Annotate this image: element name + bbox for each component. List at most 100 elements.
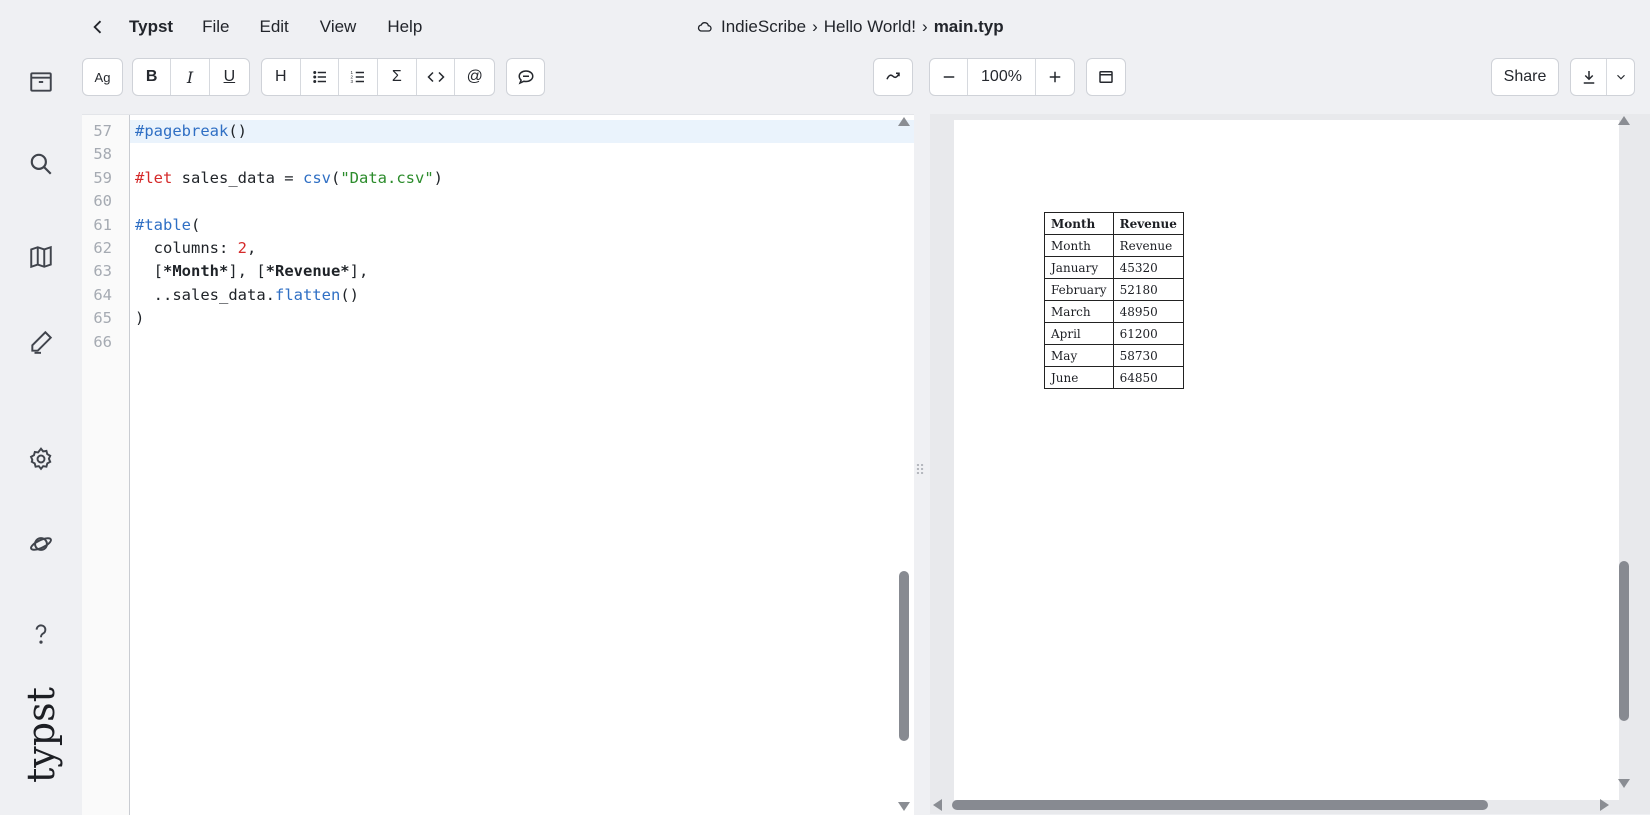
download-group <box>1570 58 1635 96</box>
code-text: ..sales_data.flatten() <box>135 284 359 307</box>
zoom-in-button[interactable] <box>1036 59 1074 95</box>
math-button[interactable]: Σ <box>378 59 417 95</box>
preview-page: Month Revenue Month Revenue January 45320 Fe… <box>954 120 1619 800</box>
breadcrumb-project[interactable]: IndieScribe <box>721 17 806 37</box>
archive-icon[interactable] <box>22 63 60 101</box>
chevron-down-icon <box>1616 74 1625 80</box>
breadcrumb-folder[interactable]: Hello World! <box>824 17 916 37</box>
code-line[interactable]: 57 #pagebreak() <box>82 120 914 143</box>
line-number: 64 <box>93 285 112 304</box>
table-cell: June <box>1044 366 1114 389</box>
reference-button[interactable]: @ <box>455 59 494 95</box>
code-token: ( <box>191 215 201 234</box>
code-token: sales_data = <box>172 168 303 187</box>
download-button[interactable] <box>1571 59 1608 95</box>
code-editor[interactable]: 57 #pagebreak() 58 59 #let sales_data = csv(… <box>82 114 914 815</box>
italic-button[interactable]: I <box>171 59 210 95</box>
table-cell: 58730 <box>1112 344 1184 367</box>
menu-file[interactable]: File <box>202 17 229 37</box>
preview-table: Month Revenue Month Revenue January 45320 Fe… <box>1044 212 1184 389</box>
preview-scroll-down-icon[interactable] <box>1618 779 1630 788</box>
preview-vertical-scrollbar[interactable] <box>1619 561 1629 721</box>
font-button[interactable]: Ag <box>83 59 122 95</box>
heading-button[interactable]: H <box>262 59 301 95</box>
editor-scrollbar[interactable] <box>899 571 909 741</box>
comment-button[interactable] <box>507 59 544 95</box>
code-text: columns: 2, <box>135 237 257 260</box>
zoom-group: 100% <box>929 58 1075 96</box>
insert-group: H 123 Σ @ <box>261 58 495 96</box>
code-line[interactable]: 62 columns: 2, <box>82 237 914 260</box>
plus-icon <box>1049 71 1061 83</box>
code-button[interactable] <box>417 59 456 95</box>
bold-button[interactable]: B <box>133 59 172 95</box>
code-token: #pagebreak <box>135 122 229 140</box>
menu-view[interactable]: View <box>320 17 357 37</box>
code-line[interactable]: 65) <box>82 307 914 330</box>
typst-logo: typst <box>19 687 63 783</box>
line-number: 61 <box>93 215 112 234</box>
share-button[interactable]: Share <box>1492 59 1558 95</box>
sync-group <box>873 58 913 96</box>
table-cell: February <box>1044 278 1114 301</box>
chevron-right-icon: › <box>922 17 928 36</box>
table-header-cell: Revenue <box>1112 212 1184 235</box>
line-number: 65 <box>93 309 112 328</box>
underline-button[interactable]: U <box>210 59 249 95</box>
line-number: 63 <box>93 262 112 281</box>
table-header-row: Month Revenue <box>1044 212 1184 235</box>
preview-scroll-up-icon[interactable] <box>1618 116 1630 125</box>
cloud-icon <box>697 19 713 35</box>
code-token: ) <box>433 168 443 187</box>
help-icon[interactable] <box>22 615 60 653</box>
zoom-level[interactable]: 100% <box>968 59 1036 95</box>
editor-scroll-down-icon[interactable] <box>898 802 910 811</box>
sync-scroll-button[interactable] <box>874 59 912 95</box>
table-row: March 48950 <box>1044 300 1184 323</box>
table-row: February 52180 <box>1044 278 1184 301</box>
download-icon <box>1583 71 1594 84</box>
code-line[interactable]: 66 <box>82 331 914 354</box>
bullet-list-button[interactable] <box>301 59 340 95</box>
zoom-out-button[interactable] <box>930 59 968 95</box>
code-line[interactable]: 59 #let sales_data = csv("Data.csv") <box>82 167 914 190</box>
numbered-list-button[interactable]: 123 <box>339 59 379 95</box>
table-cell: March <box>1044 300 1114 323</box>
code-line[interactable]: 58 <box>82 143 914 166</box>
preview-mode-button[interactable] <box>1087 59 1125 95</box>
code-line[interactable]: 63 [*Month*], [*Revenue*], <box>82 260 914 283</box>
table-cell: 64850 <box>1112 366 1184 389</box>
code-text: ) <box>135 307 144 330</box>
table-cell: January <box>1044 256 1114 279</box>
search-icon[interactable] <box>22 145 60 183</box>
back-icon[interactable] <box>88 14 108 40</box>
preview-scroll-left-icon[interactable] <box>933 799 942 811</box>
code-token: [ <box>135 262 163 281</box>
preview-scroll-right-icon[interactable] <box>1600 799 1609 811</box>
map-icon[interactable] <box>22 238 60 276</box>
code-token: , <box>247 239 257 257</box>
code-token: () <box>228 122 247 140</box>
code-line[interactable]: 61 #table( <box>82 214 914 237</box>
code-line[interactable]: 64 ..sales_data.flatten() <box>82 284 914 307</box>
share-group: Share <box>1491 58 1559 96</box>
gear-icon[interactable] <box>22 440 60 478</box>
editor-scroll-up-icon[interactable] <box>898 117 910 126</box>
preview-horizontal-scrollbar[interactable] <box>952 800 1488 810</box>
app-title[interactable]: Typst <box>129 17 173 37</box>
font-group: Ag <box>82 58 123 96</box>
line-number: 66 <box>93 332 112 351</box>
download-options-button[interactable] <box>1607 59 1634 95</box>
code-icon <box>426 71 445 83</box>
code-line[interactable]: 60 <box>82 190 914 213</box>
preview-mode-group <box>1086 58 1126 96</box>
preview-pane[interactable]: Month Revenue Month Revenue January 45320 Fe… <box>930 114 1650 814</box>
pen-icon[interactable] <box>22 323 60 361</box>
menu-help[interactable]: Help <box>387 17 422 37</box>
code-token: flatten <box>274 285 341 304</box>
comment-icon <box>517 70 534 85</box>
comment-group <box>506 58 545 96</box>
menu-edit[interactable]: Edit <box>259 17 288 37</box>
planet-icon[interactable] <box>22 525 60 563</box>
split-handle[interactable]: ⠿ <box>914 458 926 482</box>
